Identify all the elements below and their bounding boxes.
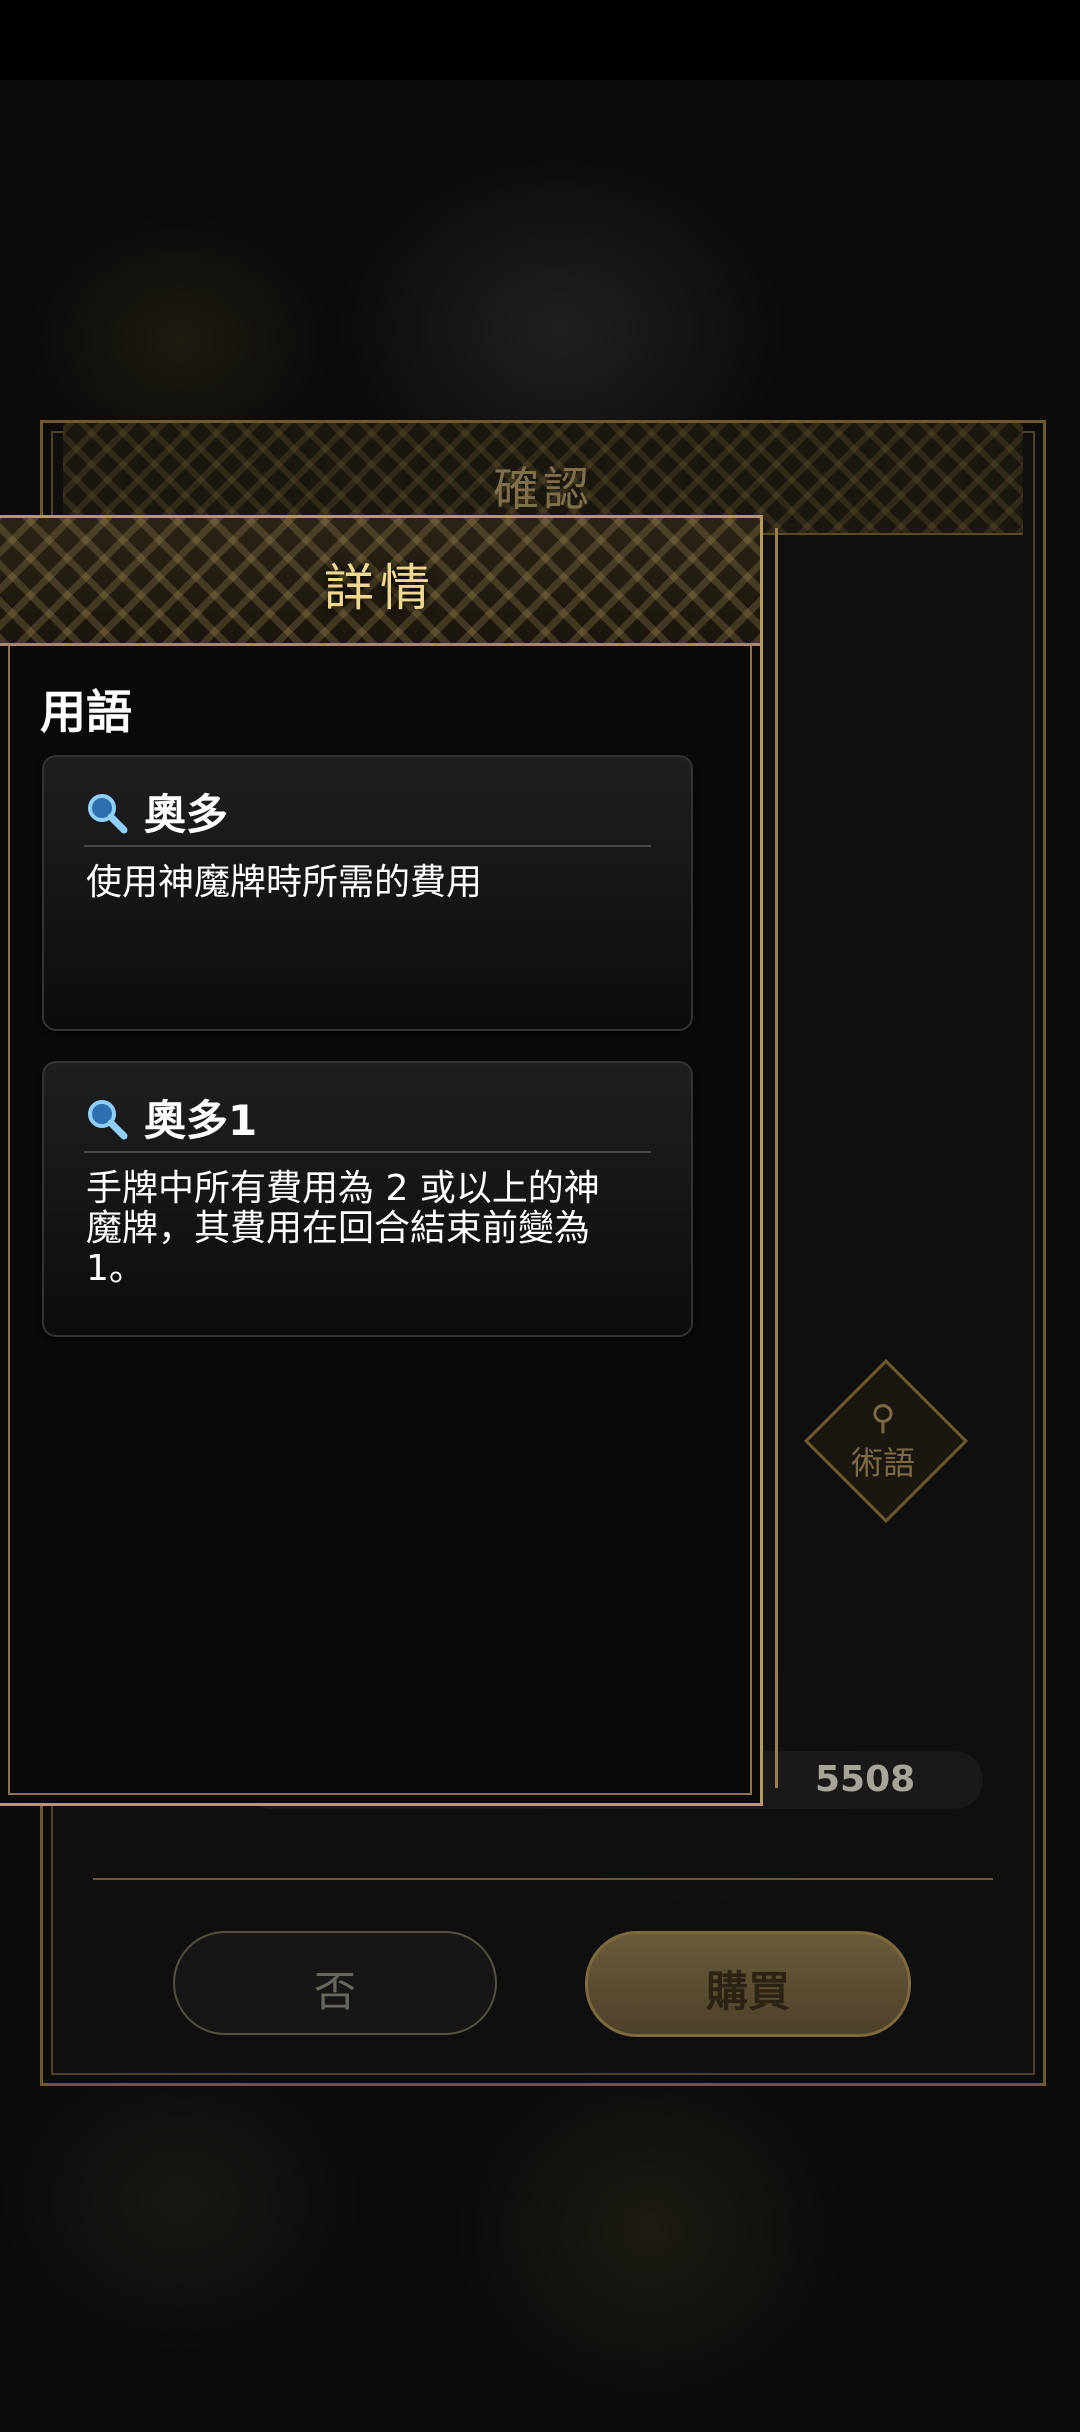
no-button-label: 否 xyxy=(313,1967,356,2016)
terms-button-label: 術語 xyxy=(850,1444,915,1482)
detail-dialog: 詳情 用語 奧多 使用神魔牌時所需的費用 奧多1 手牌中所有費用為 2 或以上的… xyxy=(0,515,763,1806)
status-bar xyxy=(0,0,1080,80)
term-header: 奧多1 xyxy=(84,1087,257,1145)
term-card: 奧多1 手牌中所有費用為 2 或以上的神 魔牌，其費用在回合結束前變為 1。 xyxy=(42,1061,693,1337)
terms-button-content[interactable]: ⚲ 術語 xyxy=(818,1398,948,1484)
stock-after: 5508 xyxy=(815,1759,916,1800)
term-card: 奧多 使用神魔牌時所需的費用 xyxy=(42,755,693,1031)
buy-button[interactable]: 購買 xyxy=(585,1931,911,2037)
buy-button-label: 購買 xyxy=(705,1967,790,2016)
detail-dialog-header: 詳情 xyxy=(0,518,760,646)
term-divider xyxy=(84,845,651,847)
detail-dialog-title: 詳情 xyxy=(324,559,436,617)
section-title: 用語 xyxy=(40,685,132,739)
magnifier-icon: ⚲ xyxy=(870,1398,896,1438)
divider xyxy=(93,1878,993,1880)
term-divider xyxy=(84,1151,651,1153)
search-icon xyxy=(88,793,128,833)
term-name: 奧多1 xyxy=(144,1096,258,1145)
no-button[interactable]: 否 xyxy=(173,1931,497,2035)
term-name: 奧多 xyxy=(144,790,229,839)
confirm-dialog-title: 確認 xyxy=(493,462,593,516)
term-header: 奧多 xyxy=(84,781,228,839)
search-icon xyxy=(88,1099,128,1139)
term-description: 手牌中所有費用為 2 或以上的神 魔牌，其費用在回合結束前變為 1。 xyxy=(86,1168,600,1289)
term-description: 使用神魔牌時所需的費用 xyxy=(86,862,483,903)
